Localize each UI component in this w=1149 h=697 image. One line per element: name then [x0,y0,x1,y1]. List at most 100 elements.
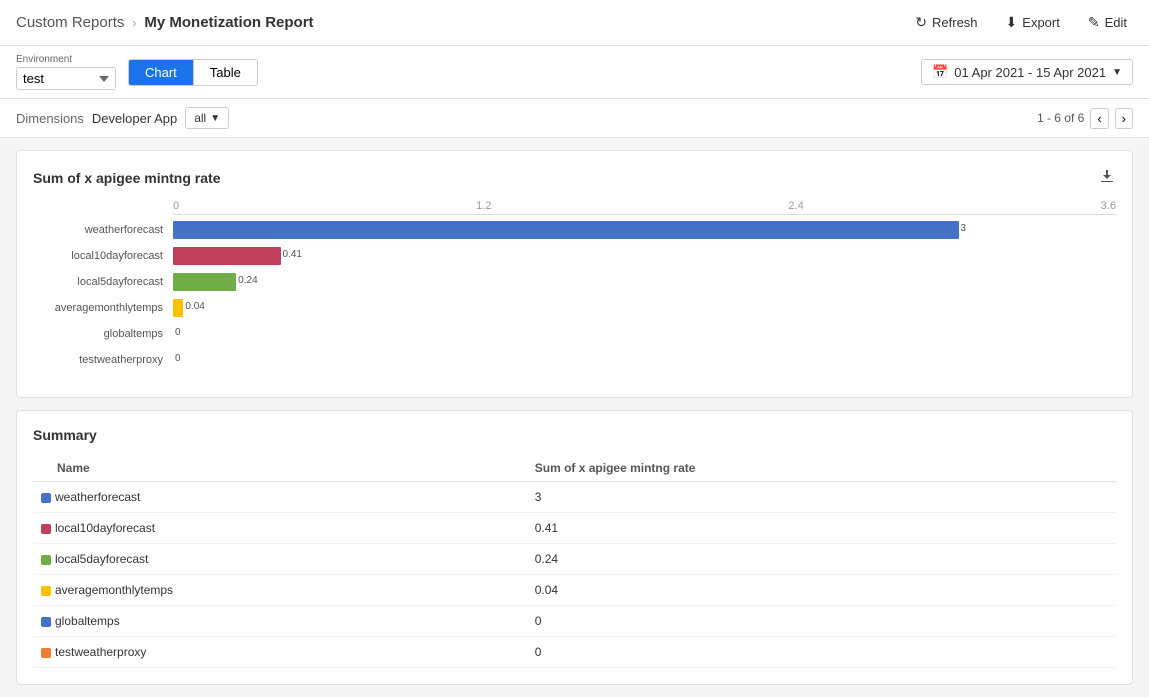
chart-title: Sum of x apigee mintng rate [33,170,220,186]
breadcrumb-current: My Monetization Report [144,14,313,31]
pagination: 1 - 6 of 6 ‹ › [1037,108,1133,129]
table-cell-name-text: testweatherproxy [55,645,146,659]
chart-axis-label: 2.4 [788,200,803,212]
summary-card: Summary Name Sum of x apigee mintng rate… [16,410,1133,685]
table-cell-name-text: local5dayforecast [55,552,148,566]
color-dot [41,524,51,534]
table-cell-name-text: weatherforecast [55,490,140,504]
color-dot [41,586,51,596]
color-dot [41,617,51,627]
chart-bar [173,299,183,317]
table-cell-name: testweatherproxy [33,637,527,668]
chart-row: local5dayforecast0.24 [173,271,1116,293]
edit-label: Edit [1105,15,1127,30]
chart-download-button[interactable] [1098,167,1116,188]
chart-row: globaltemps0 [173,323,1116,345]
edit-button[interactable]: ✎ Edit [1082,10,1133,35]
pagination-prev-button[interactable]: ‹ [1090,108,1108,129]
table-row: globaltemps 0 [33,606,1116,637]
table-cell-value: 0.41 [527,513,1116,544]
chart-bar-value-label: 3 [961,223,971,234]
table-row: testweatherproxy 0 [33,637,1116,668]
table-cell-name-text: local10dayforecast [55,521,155,535]
color-dot [41,648,51,658]
summary-table: Name Sum of x apigee mintng rate weather… [33,455,1116,668]
chart-row: testweatherproxy0 [173,349,1116,371]
col-value-header: Sum of x apigee mintng rate [527,455,1116,482]
edit-icon: ✎ [1088,14,1100,31]
date-range-selector[interactable]: 📅 01 Apr 2021 - 15 Apr 2021 ▼ [921,59,1133,85]
chart-bar-container: 0.24 [173,273,1116,291]
chart-row-label: weatherforecast [33,224,163,236]
table-cell-value: 0.24 [527,544,1116,575]
chart-bar-value-label: 0.24 [238,275,261,286]
table-row: local5dayforecast 0.24 [33,544,1116,575]
chart-bar-container: 0 [173,325,1116,343]
export-icon: ⬇ [1006,14,1018,31]
chart-bar-value-label: 0.04 [185,301,208,312]
table-cell-name: averagemonthlytemps [33,575,527,606]
refresh-icon: ↻ [915,14,927,31]
environment-select-wrap: Environment test prod [16,54,116,90]
color-dot [41,493,51,503]
environment-select[interactable]: test prod [16,67,116,90]
chart-row: local10dayforecast0.41 [173,245,1116,267]
chart-card-header: Sum of x apigee mintng rate [33,167,1116,188]
chart-area: 01.22.43.6 weatherforecast3local10dayfor… [33,200,1116,381]
chart-row: averagemonthlytemps0.04 [173,297,1116,319]
refresh-label: Refresh [932,15,978,30]
chart-bar [173,273,236,291]
chart-bar-container: 0 [173,351,1116,369]
chart-rows: weatherforecast3 local10dayforecast0.41 lo… [173,219,1116,371]
table-cell-value: 0 [527,606,1116,637]
toolbar: Environment test prod Chart Table 📅 01 A… [0,46,1149,99]
chart-axis-label: 1.2 [476,200,491,212]
chart-bar [173,247,281,265]
chart-tab[interactable]: Chart [129,60,194,85]
chart-card: Sum of x apigee mintng rate 01.22.43.6 w… [16,150,1133,398]
table-tab[interactable]: Table [194,60,257,85]
toolbar-left: Environment test prod Chart Table [16,54,258,90]
table-cell-name: weatherforecast [33,482,527,513]
export-button[interactable]: ⬇ Export [1000,10,1066,35]
table-cell-value: 3 [527,482,1116,513]
chart-row-label: globaltemps [33,328,163,340]
chart-bar-container: 0.04 [173,299,1116,317]
chart-axis-label: 0 [173,200,179,212]
refresh-button[interactable]: ↻ Refresh [909,10,983,35]
breadcrumb: Custom Reports › My Monetization Report [16,14,314,31]
table-row: averagemonthlytemps0.04 [33,575,1116,606]
summary-title: Summary [33,427,1116,443]
header: Custom Reports › My Monetization Report … [0,0,1149,46]
date-range-text: 01 Apr 2021 - 15 Apr 2021 [954,65,1106,80]
table-cell-name: local10dayforecast [33,513,527,544]
main-content: Sum of x apigee mintng rate 01.22.43.6 w… [0,138,1149,697]
chart-row-label: averagemonthlytemps [33,302,163,314]
chart-row: weatherforecast3 [173,219,1116,241]
chart-bar [173,221,959,239]
environment-label: Environment [16,54,116,65]
table-row: local10dayforecast 0.41 [33,513,1116,544]
dimension-tag: Developer App [92,111,177,126]
color-dot [41,555,51,565]
summary-table-header-row: Name Sum of x apigee mintng rate [33,455,1116,482]
table-cell-value: 0.04 [527,575,1116,606]
dimensions-left: Dimensions Developer App all ▼ [16,107,229,129]
table-cell-name: globaltemps [33,606,527,637]
dimension-filter-chevron-icon: ▼ [210,113,220,124]
pagination-text: 1 - 6 of 6 [1037,111,1084,125]
dimension-filter-value: all [194,111,206,125]
table-cell-value: 0 [527,637,1116,668]
table-row: weatherforecast 3 [33,482,1116,513]
calendar-icon: 📅 [932,64,948,80]
dimension-filter[interactable]: all ▼ [185,107,229,129]
chart-row-label: testweatherproxy [33,354,163,366]
summary-table-head: Name Sum of x apigee mintng rate [33,455,1116,482]
pagination-next-button[interactable]: › [1115,108,1133,129]
col-name-header: Name [33,455,527,482]
chart-bar-value-label: 0 [175,353,185,364]
breadcrumb-parent[interactable]: Custom Reports [16,14,124,31]
table-cell-name-text: globaltemps [55,614,120,628]
dimensions-label: Dimensions [16,111,84,126]
view-tabs: Chart Table [128,59,258,86]
